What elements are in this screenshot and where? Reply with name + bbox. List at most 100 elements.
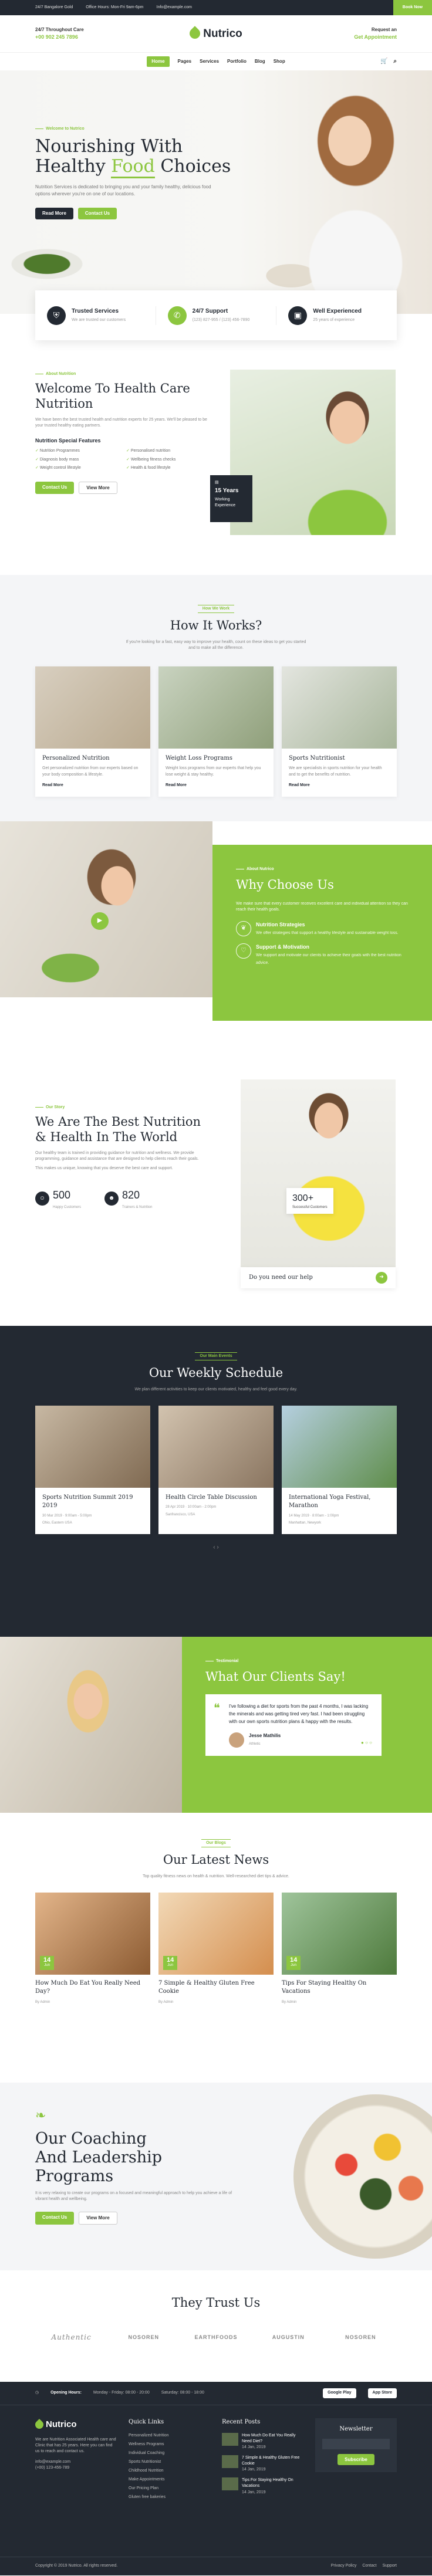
how-subtitle: If you're looking for a fast, easy way t… xyxy=(126,639,306,650)
welcome-contact-button[interactable]: Contact Us xyxy=(35,481,75,495)
cart-icon[interactable]: 🛒 xyxy=(380,57,387,66)
topbar-email[interactable]: Info@example.com xyxy=(157,5,192,11)
news-card[interactable]: 14 Jun 7 Simple & Healthy Gluten Free Coo… xyxy=(158,1892,274,2010)
news-section: Our Blogs Our Latest News Top quality fi… xyxy=(0,1813,432,2083)
list-item: Personalised nutrition xyxy=(126,448,211,454)
nav-portfolio[interactable]: Portfolio xyxy=(227,58,247,65)
footer-phone[interactable]: (+00) 123-456-789 xyxy=(35,2465,117,2471)
footer-link[interactable]: Gluten free bakeries xyxy=(129,2494,210,2500)
read-more-link[interactable]: Read More xyxy=(166,783,187,788)
recent-post[interactable]: Tips For Staying Healthy On Vacations 14 … xyxy=(222,2477,303,2495)
date-badge: 14 Jun xyxy=(163,1955,178,1970)
read-more-link[interactable]: Read More xyxy=(42,783,63,788)
event-card[interactable]: International Yoga Festival, Marathon 14… xyxy=(282,1405,397,1535)
read-more-link[interactable]: Read More xyxy=(289,783,310,788)
best-tag: Our Story xyxy=(35,1105,65,1111)
news-subtitle: Top quality fitness news on health & nut… xyxy=(143,1874,289,1878)
date-badge: 14 Jun xyxy=(40,1955,55,1970)
service-card[interactable]: Personalized Nutrition Get personalized … xyxy=(35,666,150,797)
best-image xyxy=(241,1079,396,1267)
avatar xyxy=(229,1732,244,1748)
list-item: Diagnosis body mass xyxy=(35,457,120,463)
google-play-button[interactable]: Google Play xyxy=(323,2388,356,2398)
welcome-title: Welcome To Health Care Nutrition xyxy=(35,381,190,411)
testimonial-quote: I've following a diet for sports from th… xyxy=(229,1703,369,1724)
nav-pages[interactable]: Pages xyxy=(178,58,192,65)
coaching-view-more-button[interactable]: View More xyxy=(79,2212,117,2225)
book-now-button[interactable]: Book Now xyxy=(393,0,432,15)
topbar: 24/7 Bangalore Gold Office Hours: Mon-Fr… xyxy=(0,0,432,15)
event-card[interactable]: Health Circle Table Discussion 28 Apr 20… xyxy=(158,1405,274,1535)
search-icon[interactable]: ⌕ xyxy=(393,57,397,66)
footer-link[interactable]: Sports Nutritionist xyxy=(129,2459,210,2465)
get-appointment-link[interactable]: Get Appointment xyxy=(354,34,397,40)
read-more-button[interactable]: Read More xyxy=(35,208,73,219)
testimonial-image xyxy=(0,1637,182,1813)
partner-logo: NOSOREN xyxy=(128,2334,160,2340)
arrow-right-icon[interactable]: ➜ xyxy=(376,1272,387,1284)
nav-shop[interactable]: Shop xyxy=(274,58,285,65)
contact-us-button[interactable]: Contact Us xyxy=(77,208,117,219)
hero-woman-image xyxy=(238,70,432,314)
feature-support: ✆ 24/7 Support (123) 827-955 / (123) 456-… xyxy=(156,306,277,325)
app-store-button[interactable]: App Store xyxy=(367,2388,397,2398)
coaching-contact-button[interactable]: Contact Us xyxy=(35,2212,75,2225)
leaf-icon xyxy=(33,2418,45,2431)
news-image: 14 Jun xyxy=(282,1892,397,1975)
footer-link[interactable]: Childhood Nutrition xyxy=(129,2468,210,2474)
features-list: Nutrition Programmes Personalised nutrit… xyxy=(35,448,211,470)
footer-link[interactable]: Our Pricing Plan xyxy=(129,2486,210,2492)
header-phone[interactable]: +00 902 245 7896 xyxy=(35,34,78,40)
why-text: We make sure that every customer receive… xyxy=(236,901,408,912)
contact-link[interactable]: Contact xyxy=(362,2563,376,2569)
footer-link[interactable]: Make Appointments xyxy=(129,2477,210,2483)
help-box[interactable]: Do you need our help ➜ xyxy=(241,1267,396,1288)
subscribe-button[interactable]: Subscribe xyxy=(338,2453,374,2466)
nav-blog[interactable]: Blog xyxy=(255,58,265,65)
header-left-label: 24/7 Throughout Care xyxy=(35,27,84,33)
event-card[interactable]: Sports Nutrition Summit 2019 2019 30 Mar… xyxy=(35,1405,150,1535)
service-card[interactable]: Sports Nutritionist We are specialists i… xyxy=(282,666,397,797)
newsletter-email-input[interactable] xyxy=(322,2438,390,2449)
news-card[interactable]: 14 Jun How Much Do Eat You Really Need Da… xyxy=(35,1892,150,2010)
fruit-bowl-image xyxy=(293,2094,432,2259)
date-badge: 14 Jun xyxy=(286,1955,301,1970)
footer-email[interactable]: info@example.com xyxy=(35,2459,117,2465)
nav-home[interactable]: Home xyxy=(147,56,170,67)
why-image xyxy=(0,821,212,997)
testimonial-title: What Our Clients Say! xyxy=(205,1670,346,1684)
carousel-arrows[interactable]: ‹ › xyxy=(0,1543,432,1552)
quote-icon: ❝ xyxy=(214,1701,220,1715)
recent-post[interactable]: 7 Simple & Healthy Gluten Free Cookie 14 … xyxy=(222,2455,303,2473)
event-image xyxy=(282,1405,397,1488)
best-nutrition-section: Our Story We Are The Best Nutrition & He… xyxy=(0,1079,432,1326)
news-card[interactable]: 14 Jun Tips For Staying Healthy On Vacati… xyxy=(282,1892,397,2010)
welcome-view-more-button[interactable]: View More xyxy=(79,481,117,495)
trust-title: They Trust Us xyxy=(171,2296,261,2310)
nav-services[interactable]: Services xyxy=(200,58,219,65)
hero-text: Nutrition Services is dedicated to bring… xyxy=(35,184,211,197)
schedule-title: Our Weekly Schedule xyxy=(148,1366,284,1380)
support-link[interactable]: Support xyxy=(382,2563,397,2569)
partner-logo: EARTHFOODS xyxy=(194,2334,238,2340)
shield-icon: ⛨ xyxy=(47,306,66,325)
footer-link[interactable]: Wellness Programs xyxy=(129,2442,210,2448)
privacy-link[interactable]: Privacy Policy xyxy=(331,2563,357,2569)
recent-post[interactable]: How Much Do Eat You Really Need Diet? 14 … xyxy=(222,2432,303,2450)
how-title: How It Works? xyxy=(170,618,262,633)
hero-title-highlight: Food xyxy=(111,156,155,179)
smile-icon: ☺ xyxy=(35,1191,49,1206)
carousel-dots[interactable]: ● ○ ○ xyxy=(361,1739,372,1746)
why-title: Why Choose Us xyxy=(236,878,334,892)
play-icon[interactable]: ▶ xyxy=(91,912,109,930)
schedule-subtitle: We plan different activities to keep our… xyxy=(134,1387,298,1392)
service-card[interactable]: Weight Loss Programs Weight loss program… xyxy=(158,666,274,797)
footer-logo[interactable]: Nutrico xyxy=(33,2418,117,2431)
footer-link[interactable]: Personalized Nutrition xyxy=(129,2433,210,2439)
book-icon: ▤ xyxy=(215,480,219,485)
why-item: ♡ Support & Motivation We support and mot… xyxy=(236,943,409,966)
why-item: ❦ Nutrition Strategies We offer strategie… xyxy=(236,920,409,936)
logo[interactable]: Nutrico xyxy=(187,26,242,42)
hero: Welcome to Nutrico Nourishing With Healt… xyxy=(0,70,432,314)
footer-link[interactable]: Individual Coaching xyxy=(129,2450,210,2456)
